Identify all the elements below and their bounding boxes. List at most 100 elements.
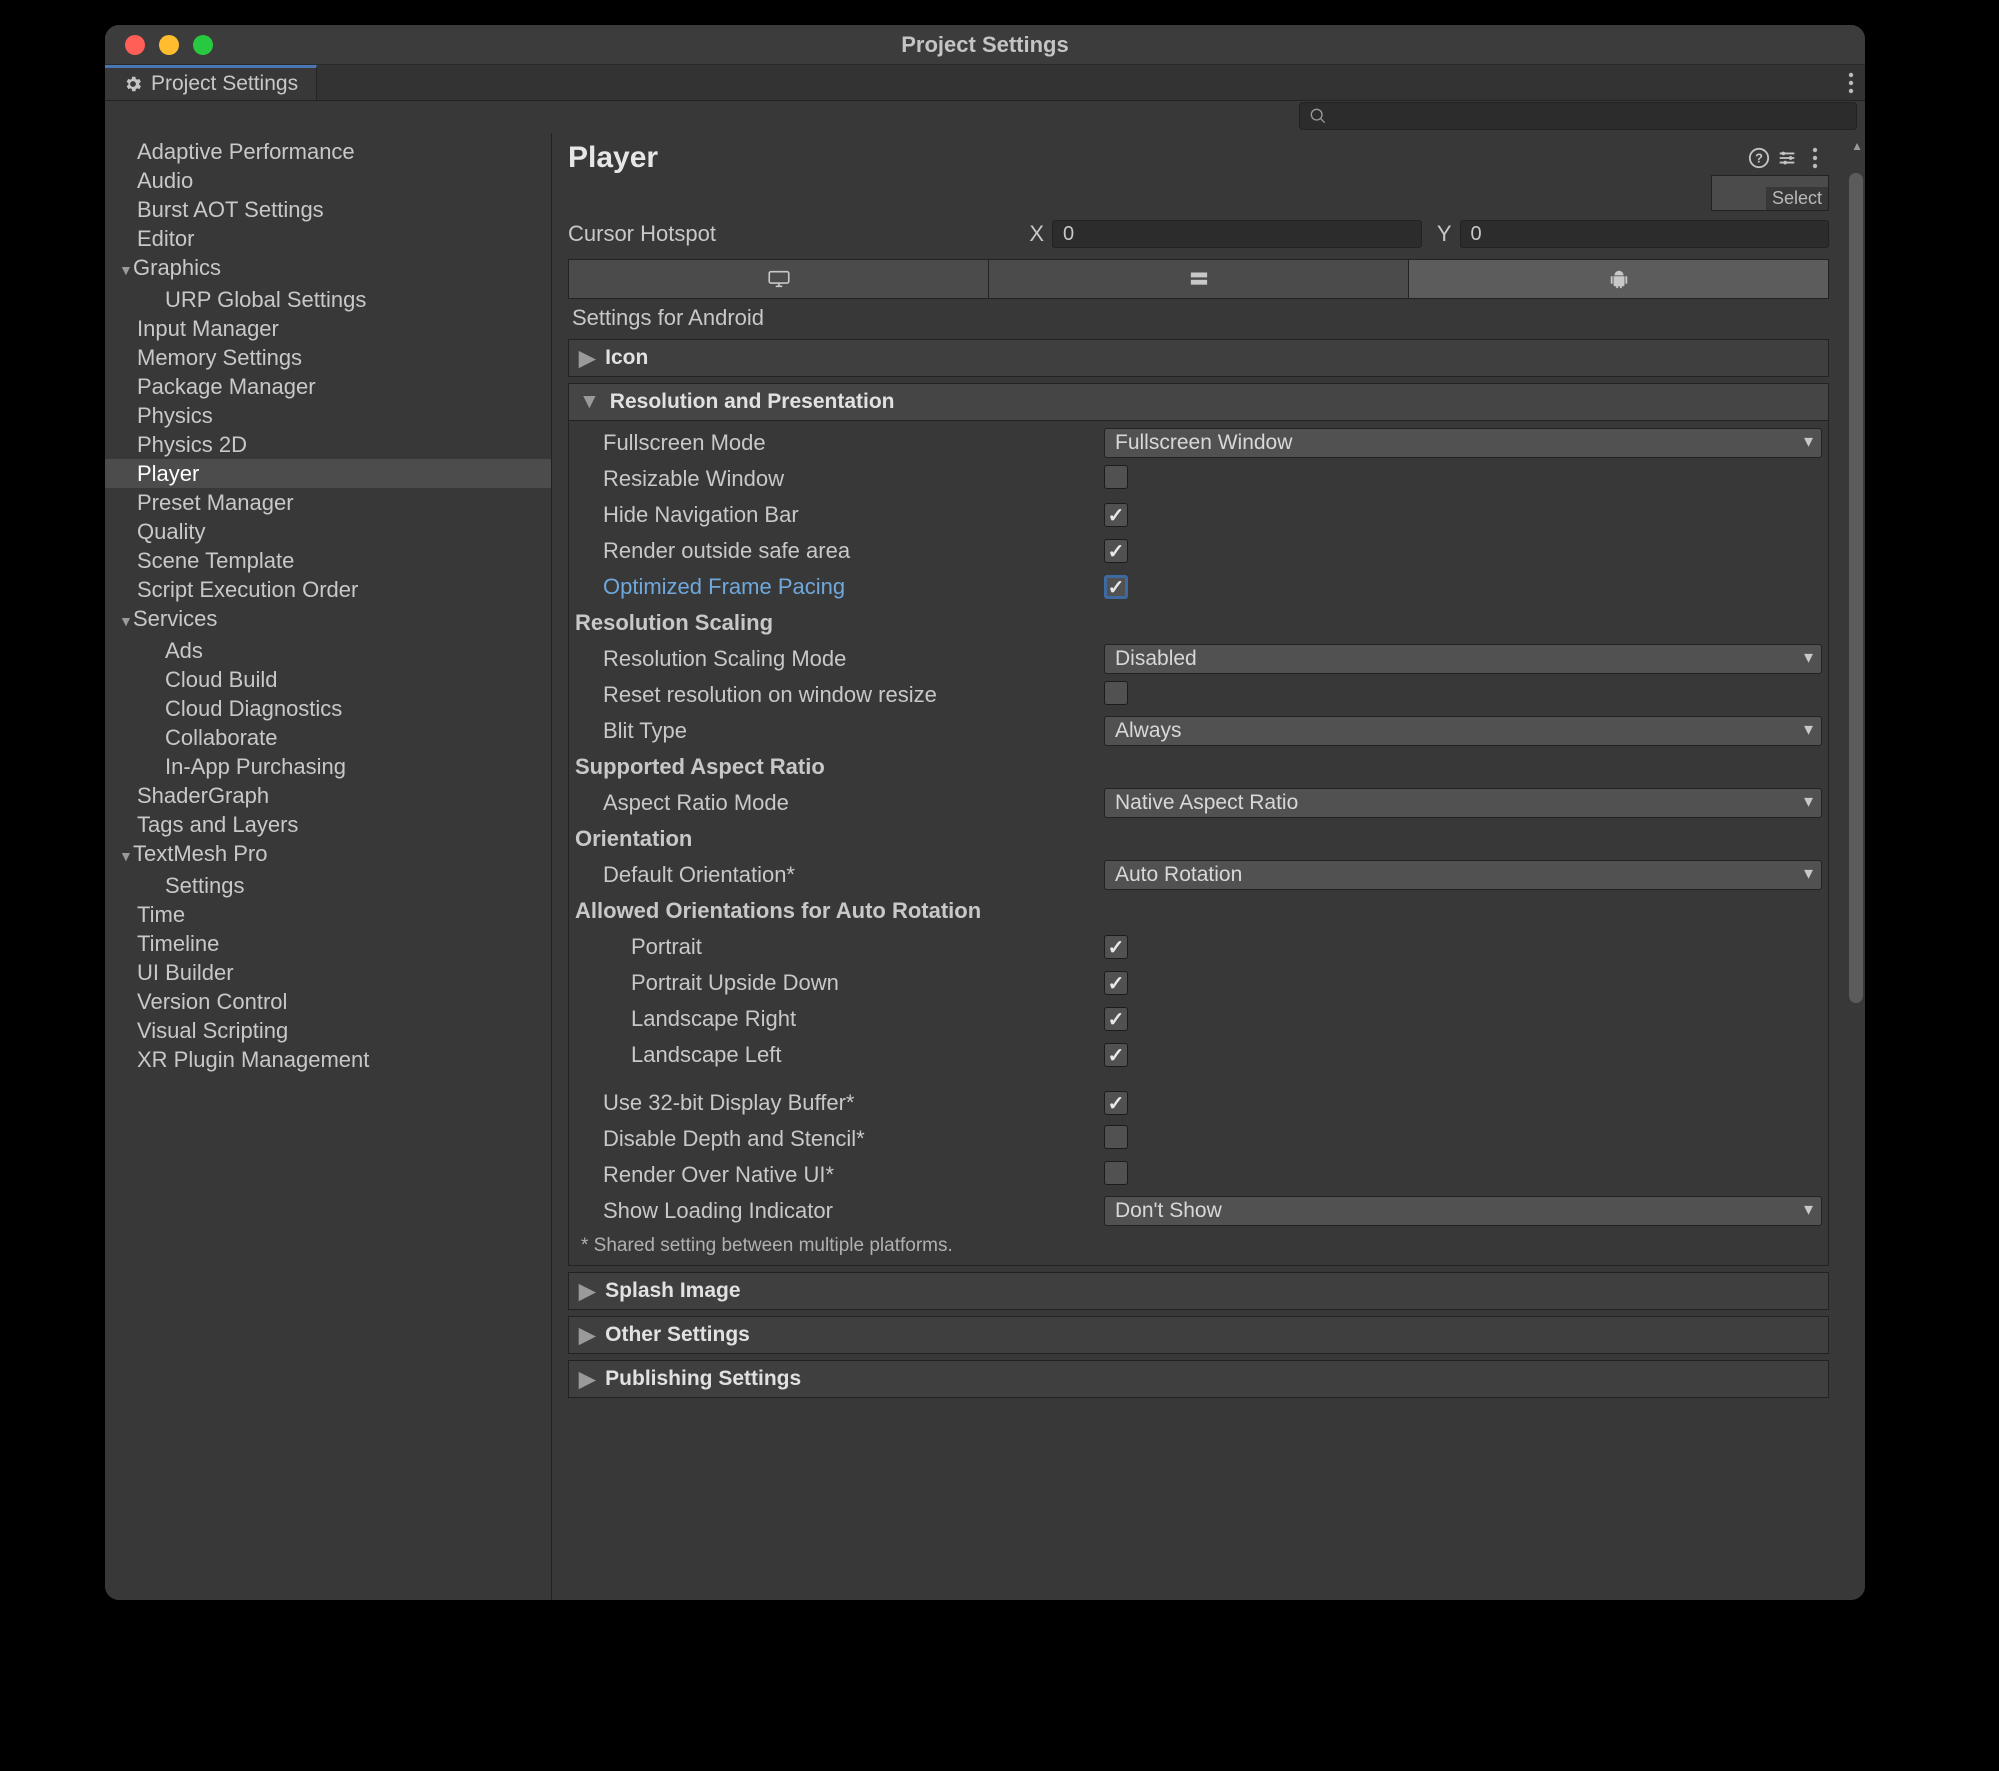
- sidebar-item-timeline[interactable]: Timeline: [105, 929, 551, 958]
- panel-resolution-header[interactable]: ▼ Resolution and Presentation: [569, 384, 1828, 420]
- panel-other-header[interactable]: ▶ Other Settings: [569, 1317, 1828, 1353]
- sidebar-item-version-control[interactable]: Version Control: [105, 987, 551, 1016]
- sidebar-item-label: Scene Template: [137, 548, 294, 573]
- scrollbar-thumb[interactable]: [1849, 173, 1863, 1003]
- landscape-right-label: Landscape Right: [631, 1006, 796, 1032]
- sidebar-item-label: Version Control: [137, 989, 287, 1014]
- cursor-hotspot-row: Cursor Hotspot X Y: [568, 219, 1829, 249]
- sidebar-item-player[interactable]: Player: [105, 459, 551, 488]
- platform-tab-server[interactable]: [989, 260, 1409, 298]
- triangle-down-icon: ▼: [579, 390, 600, 414]
- triangle-down-icon: ▼: [119, 256, 133, 285]
- content-scrollbar[interactable]: ▲: [1845, 133, 1865, 1600]
- sidebar-item-xr-plugin-management[interactable]: XR Plugin Management: [105, 1045, 551, 1074]
- help-button[interactable]: ?: [1745, 144, 1773, 172]
- landscape-left-label: Landscape Left: [631, 1042, 781, 1068]
- content-header: Player ?: [552, 133, 1845, 179]
- tab-overflow-menu[interactable]: [1837, 65, 1865, 100]
- sidebar-item-label: TextMesh Pro: [133, 841, 268, 866]
- header-overflow-menu[interactable]: [1801, 144, 1829, 172]
- panel-resolution-body: Fullscreen ModeFullscreen Window Resizab…: [569, 420, 1828, 1265]
- sidebar-item-label: Package Manager: [137, 374, 316, 399]
- sidebar-item-services[interactable]: ▼Services: [105, 604, 551, 636]
- landscape-left-checkbox[interactable]: [1104, 1043, 1128, 1067]
- resolution-scaling-mode-select[interactable]: Disabled: [1104, 644, 1822, 674]
- maximize-button[interactable]: [193, 35, 213, 55]
- sidebar-item-textmesh-pro[interactable]: ▼TextMesh Pro: [105, 839, 551, 871]
- hide-nav-checkbox[interactable]: [1104, 503, 1128, 527]
- reset-resolution-checkbox[interactable]: [1104, 681, 1128, 705]
- sidebar-item-label: Editor: [137, 226, 194, 251]
- sidebar-item-package-manager[interactable]: Package Manager: [105, 372, 551, 401]
- landscape-right-checkbox[interactable]: [1104, 1007, 1128, 1031]
- panel-other-title: Other Settings: [605, 1323, 750, 1347]
- sidebar-item-urp-global-settings[interactable]: URP Global Settings: [105, 285, 551, 314]
- sidebar-item-physics[interactable]: Physics: [105, 401, 551, 430]
- sidebar-item-collaborate[interactable]: Collaborate: [105, 723, 551, 752]
- tab-project-settings[interactable]: Project Settings: [105, 65, 317, 100]
- search-input[interactable]: [1299, 102, 1857, 130]
- default-orientation-select[interactable]: Auto Rotation: [1104, 860, 1822, 890]
- sidebar-item-in-app-purchasing[interactable]: In-App Purchasing: [105, 752, 551, 781]
- sidebar-item-visual-scripting[interactable]: Visual Scripting: [105, 1016, 551, 1045]
- sidebar-item-label: Cloud Diagnostics: [165, 696, 342, 721]
- frame-pacing-checkbox[interactable]: [1104, 575, 1128, 599]
- android-icon: [1606, 268, 1632, 290]
- platform-tab-android[interactable]: [1409, 260, 1828, 298]
- sidebar-item-label: Physics 2D: [137, 432, 247, 457]
- sidebar-item-editor[interactable]: Editor: [105, 224, 551, 253]
- resizable-window-checkbox[interactable]: [1104, 465, 1128, 489]
- sidebar-item-time[interactable]: Time: [105, 900, 551, 929]
- fullscreen-mode-select[interactable]: Fullscreen Window: [1104, 428, 1822, 458]
- blit-type-select[interactable]: Always: [1104, 716, 1822, 746]
- panel-publishing: ▶ Publishing Settings: [568, 1360, 1829, 1398]
- blit-type-label: Blit Type: [603, 718, 687, 744]
- platform-tabs: [568, 259, 1829, 299]
- sidebar-item-cloud-build[interactable]: Cloud Build: [105, 665, 551, 694]
- panel-publishing-title: Publishing Settings: [605, 1367, 801, 1391]
- settings-category-sidebar[interactable]: Adaptive PerformanceAudioBurst AOT Setti…: [105, 133, 552, 1600]
- sidebar-item-memory-settings[interactable]: Memory Settings: [105, 343, 551, 372]
- close-button[interactable]: [125, 35, 145, 55]
- portrait-checkbox[interactable]: [1104, 935, 1128, 959]
- triangle-right-icon: ▶: [579, 1367, 595, 1392]
- disable-depth-checkbox[interactable]: [1104, 1125, 1128, 1149]
- sidebar-item-burst-aot-settings[interactable]: Burst AOT Settings: [105, 195, 551, 224]
- panel-splash-header[interactable]: ▶ Splash Image: [569, 1273, 1828, 1309]
- sidebar-item-adaptive-performance[interactable]: Adaptive Performance: [105, 137, 551, 166]
- sidebar-item-graphics[interactable]: ▼Graphics: [105, 253, 551, 285]
- sidebar-item-shadergraph[interactable]: ShaderGraph: [105, 781, 551, 810]
- sidebar-item-label: Preset Manager: [137, 490, 294, 515]
- sidebar-item-settings[interactable]: Settings: [105, 871, 551, 900]
- presets-button[interactable]: [1773, 144, 1801, 172]
- sidebar-item-preset-manager[interactable]: Preset Manager: [105, 488, 551, 517]
- use-32bit-checkbox[interactable]: [1104, 1091, 1128, 1115]
- sidebar-item-ui-builder[interactable]: UI Builder: [105, 958, 551, 987]
- sidebar-item-quality[interactable]: Quality: [105, 517, 551, 546]
- cursor-y-input[interactable]: [1460, 220, 1830, 248]
- render-outside-checkbox[interactable]: [1104, 539, 1128, 563]
- portrait-upside-down-checkbox[interactable]: [1104, 971, 1128, 995]
- sidebar-item-scene-template[interactable]: Scene Template: [105, 546, 551, 575]
- panel-publishing-header[interactable]: ▶ Publishing Settings: [569, 1361, 1828, 1397]
- icon-thumbnail[interactable]: Select: [1711, 175, 1829, 211]
- sidebar-item-label: Burst AOT Settings: [137, 197, 324, 222]
- scroll-up-icon: ▲: [1851, 139, 1863, 153]
- sidebar-item-cloud-diagnostics[interactable]: Cloud Diagnostics: [105, 694, 551, 723]
- loading-indicator-select[interactable]: Don't Show: [1104, 1196, 1822, 1226]
- aspect-ratio-mode-select[interactable]: Native Aspect Ratio: [1104, 788, 1822, 818]
- icon-thumbnail-row: Select: [552, 179, 1845, 219]
- platform-tab-standalone[interactable]: [569, 260, 989, 298]
- panel-icon-title: Icon: [605, 346, 648, 370]
- sidebar-item-input-manager[interactable]: Input Manager: [105, 314, 551, 343]
- sidebar-item-tags-and-layers[interactable]: Tags and Layers: [105, 810, 551, 839]
- sidebar-item-audio[interactable]: Audio: [105, 166, 551, 195]
- cursor-x-input[interactable]: [1052, 220, 1422, 248]
- sidebar-item-script-execution-order[interactable]: Script Execution Order: [105, 575, 551, 604]
- triangle-right-icon: ▶: [579, 1323, 595, 1348]
- panel-icon-header[interactable]: ▶ Icon: [569, 340, 1828, 376]
- sidebar-item-physics-2d[interactable]: Physics 2D: [105, 430, 551, 459]
- minimize-button[interactable]: [159, 35, 179, 55]
- render-over-native-checkbox[interactable]: [1104, 1161, 1128, 1185]
- sidebar-item-ads[interactable]: Ads: [105, 636, 551, 665]
